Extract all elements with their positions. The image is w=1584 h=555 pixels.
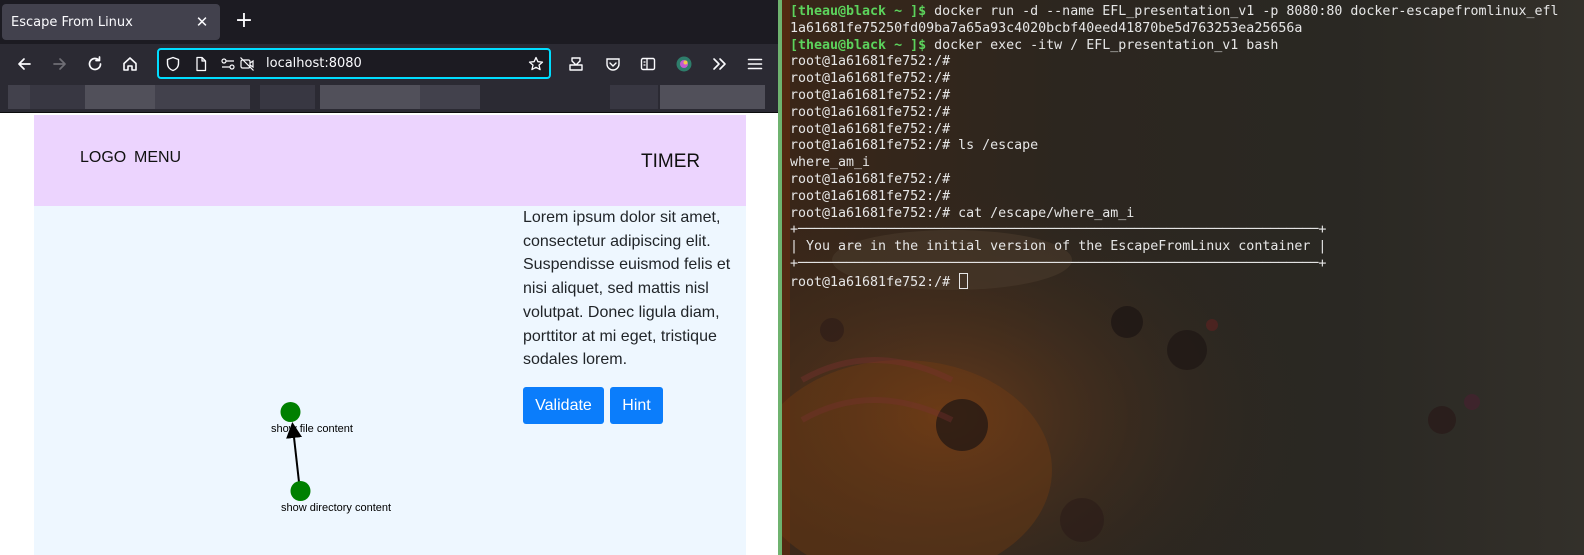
- home-button[interactable]: [118, 52, 142, 76]
- tab-title: Escape From Linux: [11, 14, 133, 30]
- site-main: show file content show directory content…: [34, 206, 746, 555]
- bookmark-blurred[interactable]: [30, 85, 85, 109]
- bookmark-blurred[interactable]: [660, 85, 765, 109]
- new-tab-button[interactable]: +: [232, 10, 256, 34]
- sidebar-button[interactable]: [636, 52, 660, 76]
- site-logo[interactable]: LOGO: [80, 149, 126, 167]
- navigation-toolbar: localhost:8080: [0, 44, 780, 84]
- terminal-line: root@1a61681fe752:/#: [790, 189, 1559, 206]
- bookmark-blurred[interactable]: [420, 85, 480, 109]
- pocket-button[interactable]: [601, 52, 625, 76]
- graph-node-directory[interactable]: [290, 481, 311, 501]
- forward-arrow-icon: [53, 58, 66, 70]
- chevrons-right-icon: [713, 58, 726, 70]
- bookmarks-toolbar: [0, 84, 780, 112]
- terminal-line-text: root@1a61681fe752:/#: [790, 188, 951, 204]
- validate-button[interactable]: Validate: [523, 387, 604, 424]
- terminal-line: +───────────────────────────────────────…: [790, 256, 1559, 273]
- hamburger-menu-icon: [747, 58, 763, 70]
- bookmark-blurred[interactable]: [610, 85, 658, 109]
- bookmark-star-icon[interactable]: [528, 56, 544, 72]
- graph-node-file[interactable]: [280, 402, 301, 422]
- terminal-line: root@1a61681fe752:/#: [790, 272, 1559, 290]
- terminal-line-text: root@1a61681fe752:/#: [790, 121, 951, 137]
- site-menu[interactable]: MENU: [134, 149, 181, 167]
- terminal-line-text: root@1a61681fe752:/# ls /escape: [790, 138, 1039, 154]
- bookmark-blurred[interactable]: [8, 85, 30, 109]
- terminal-line-text: 1a61681fe75250fd09ba7a65a93c4020bcbf40ee…: [790, 20, 1303, 36]
- reload-icon: [88, 56, 102, 71]
- terminal-line-text: root@1a61681fe752:/#: [790, 54, 951, 70]
- terminal-line-text: root@1a61681fe752:/#: [790, 171, 951, 187]
- terminal-line-text: docker exec -itw / EFL_presentation_v1 b…: [926, 37, 1279, 53]
- pocket-icon: [606, 58, 620, 71]
- terminal-line-text: root@1a61681fe752:/#: [790, 274, 959, 290]
- account-button[interactable]: [672, 52, 696, 76]
- terminal-line: root@1a61681fe752:/#: [790, 105, 1559, 122]
- web-page: LOGO MENU TIMER show file content show d…: [0, 112, 780, 555]
- tab-escape-from-linux[interactable]: Escape From Linux ✕: [2, 4, 220, 40]
- terminal-line: +───────────────────────────────────────…: [790, 222, 1559, 239]
- terminal-line: | You are in the initial version of the …: [790, 239, 1559, 256]
- terminal-line-text: root@1a61681fe752:/#: [790, 104, 951, 120]
- tab-bar: Escape From Linux ✕ +: [0, 0, 780, 44]
- terminal-line-text: root@1a61681fe752:/#: [790, 87, 951, 103]
- terminal-window[interactable]: [theau@black ~ ]$ docker run -d --name E…: [782, 0, 1584, 555]
- terminal-line-text: root@1a61681fe752:/#: [790, 71, 951, 87]
- account-avatar-icon: [676, 56, 692, 72]
- terminal-line: [theau@black ~ ]$ docker exec -itw / EFL…: [790, 38, 1559, 55]
- terminal-line-text: | You are in the initial version of the …: [790, 239, 1327, 255]
- terminal-line: root@1a61681fe752:/#: [790, 172, 1559, 189]
- terminal-line: 1a61681fe75250fd09ba7a65a93c4020bcbf40ee…: [790, 21, 1559, 38]
- terminal-cursor[interactable]: [959, 272, 969, 289]
- tab-close-icon[interactable]: ✕: [192, 12, 212, 32]
- terminal-line-text: +───────────────────────────────────────…: [790, 222, 1327, 238]
- terminal-line: root@1a61681fe752:/# ls /escape: [790, 138, 1559, 155]
- bookmark-blurred[interactable]: [320, 85, 420, 109]
- permissions-icon[interactable]: [220, 56, 236, 72]
- terminal-line: [theau@black ~ ]$ docker run -d --name E…: [790, 4, 1559, 21]
- description-text: Lorem ipsum dolor sit amet, consectetur …: [523, 209, 731, 369]
- terminal-line-text: root@1a61681fe752:/# cat /escape/where_a…: [790, 205, 1135, 221]
- puzzle-save-icon: [569, 57, 583, 71]
- sidebar-icon: [640, 57, 656, 71]
- url-text[interactable]: localhost:8080: [266, 56, 362, 71]
- terminal-line-text: docker run -d --name EFL_presentation_v1…: [926, 4, 1559, 19]
- terminal-line-text: where_am_i: [790, 155, 871, 171]
- hint-button[interactable]: Hint: [610, 387, 663, 424]
- bookmark-blurred[interactable]: [155, 85, 250, 109]
- terminal-line: root@1a61681fe752:/#: [790, 122, 1559, 139]
- graph-node-directory-label: show directory content: [281, 502, 391, 514]
- terminal-line: where_am_i: [790, 155, 1559, 172]
- page-icon[interactable]: [193, 56, 209, 72]
- home-icon: [123, 57, 137, 71]
- back-button[interactable]: [12, 52, 36, 76]
- forward-button[interactable]: [48, 52, 72, 76]
- site-header: LOGO MENU TIMER: [34, 115, 746, 206]
- browser-window: Escape From Linux ✕ + localhost:8080 LOG…: [0, 0, 780, 555]
- extension-button[interactable]: [564, 52, 588, 76]
- shield-icon[interactable]: [165, 56, 181, 72]
- overflow-button[interactable]: [707, 52, 731, 76]
- shell-prompt: [theau@black ~ ]$: [790, 37, 927, 53]
- url-bar[interactable]: localhost:8080: [157, 48, 551, 79]
- camera-blocked-icon[interactable]: [239, 56, 255, 72]
- bookmark-blurred[interactable]: [85, 85, 155, 109]
- reload-button[interactable]: [83, 52, 107, 76]
- bookmark-blurred[interactable]: [260, 85, 315, 109]
- terminal-line: root@1a61681fe752:/#: [790, 54, 1559, 71]
- terminal-line: root@1a61681fe752:/# cat /escape/where_a…: [790, 206, 1559, 223]
- graph-node-file-label: show file content: [271, 423, 353, 435]
- terminal-line: root@1a61681fe752:/#: [790, 71, 1559, 88]
- terminal-line: root@1a61681fe752:/#: [790, 88, 1559, 105]
- site-timer: TIMER: [641, 151, 701, 172]
- terminal-line-text: +───────────────────────────────────────…: [790, 255, 1327, 271]
- terminal-output[interactable]: [theau@black ~ ]$ docker run -d --name E…: [790, 4, 1559, 290]
- shell-prompt: [theau@black ~ ]$: [790, 4, 927, 19]
- menu-button[interactable]: [743, 52, 767, 76]
- back-arrow-icon: [18, 58, 31, 70]
- command-graph: show file content show directory content: [271, 402, 391, 514]
